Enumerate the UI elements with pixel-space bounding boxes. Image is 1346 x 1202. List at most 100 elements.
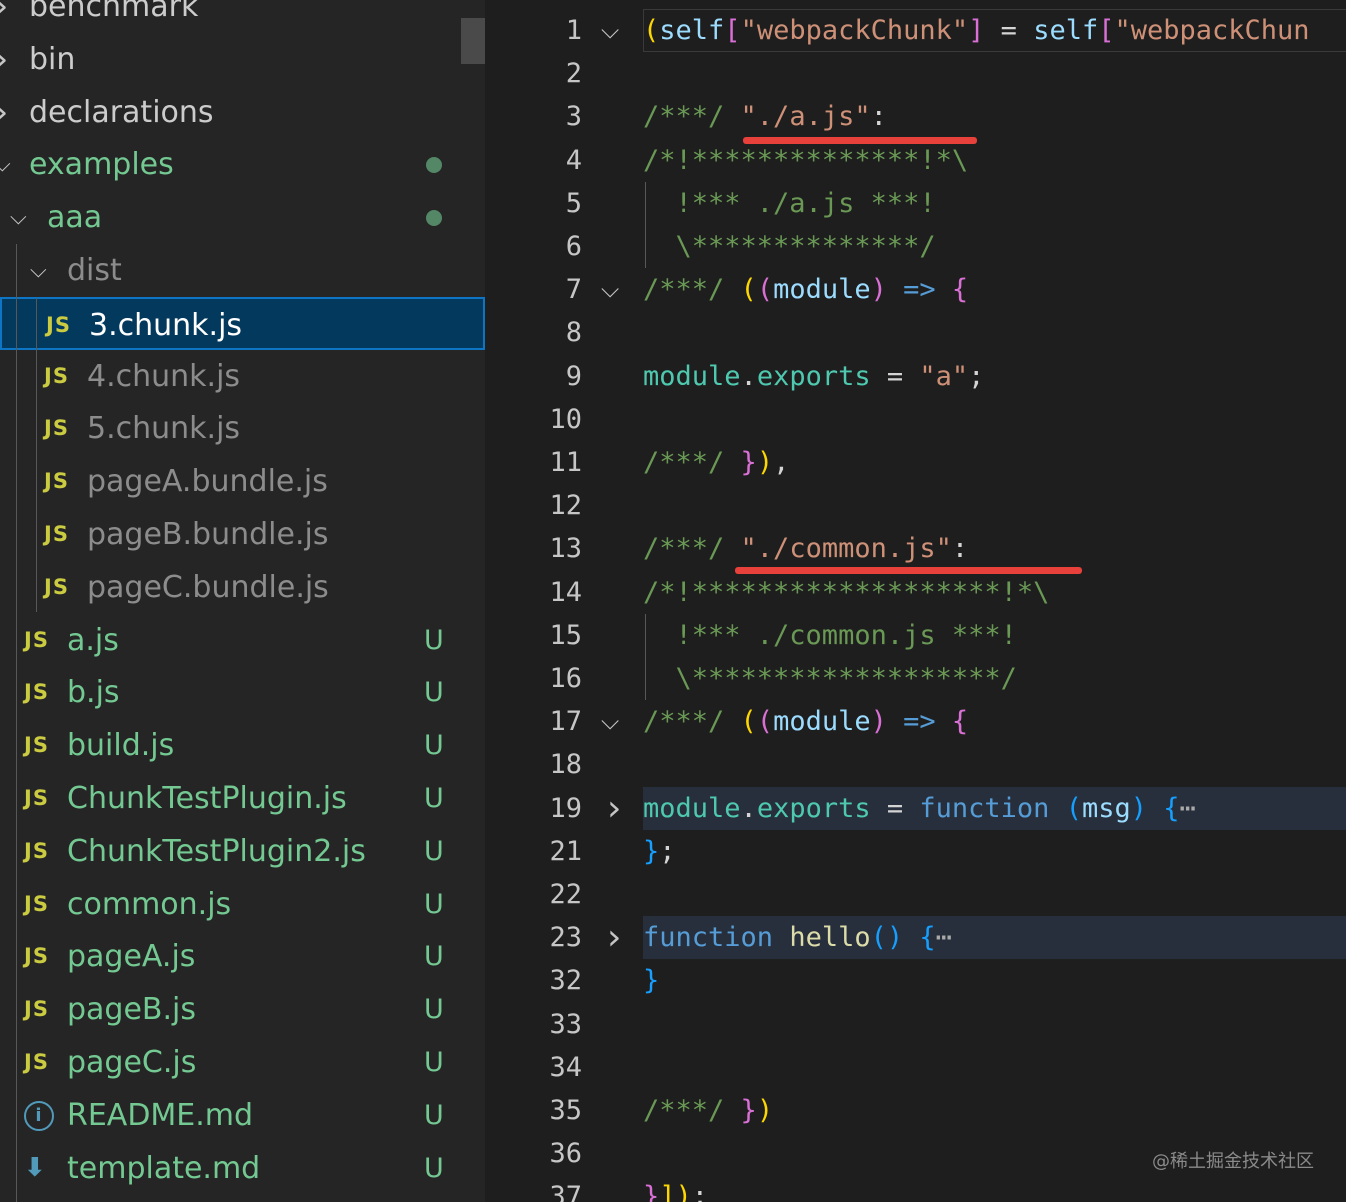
- code-line[interactable]: 16 \*******************/: [485, 657, 1346, 700]
- code-token: /***/: [643, 447, 741, 478]
- code-token: [1147, 793, 1163, 824]
- code-text: /***/ "./a.js":: [643, 95, 1346, 138]
- tree-item-pagea-js[interactable]: JSpageA.jsU: [0, 930, 485, 983]
- tree-item-3-chunk-js[interactable]: JS3.chunk.js: [0, 297, 485, 350]
- fold-collapsed-chevron-icon[interactable]: ›: [607, 787, 621, 830]
- js-file-icon: JS: [44, 350, 69, 403]
- tree-item-5-chunk-js[interactable]: JS5.chunk.js: [0, 402, 485, 455]
- tree-item-readme-md[interactable]: iREADME.mdU: [0, 1089, 485, 1142]
- tree-item-4-chunk-js[interactable]: JS4.chunk.js: [0, 350, 485, 403]
- tree-item-common-js[interactable]: JScommon.jsU: [0, 878, 485, 931]
- code-text: /*!**************!*\: [643, 139, 1346, 182]
- code-line[interactable]: 13 /***/ "./common.js":: [485, 527, 1346, 570]
- code-token: {: [1163, 793, 1179, 824]
- js-file-icon: JS: [24, 772, 49, 825]
- tree-item-pageb-bundle-js[interactable]: JSpageB.bundle.js: [0, 508, 485, 561]
- tree-item-pagea-bundle-js[interactable]: JSpageA.bundle.js: [0, 455, 485, 508]
- code-line[interactable]: 7⌵/***/ ((module) => {: [485, 268, 1346, 311]
- code-text: [643, 484, 1346, 527]
- code-token: ;: [692, 1181, 708, 1202]
- code-line[interactable]: 2: [485, 52, 1346, 95]
- code-line[interactable]: 34: [485, 1046, 1346, 1089]
- code-text: /***/ }): [643, 1089, 1346, 1132]
- indent-guide: [645, 225, 646, 268]
- code-line[interactable]: 22: [485, 873, 1346, 916]
- code-token: ): [676, 1181, 692, 1202]
- code-text: module.exports = function (msg) {⋯: [643, 787, 1346, 830]
- fold-expanded-chevron-icon[interactable]: ⌵: [601, 268, 619, 311]
- chevron-right-icon: ›: [0, 0, 8, 33]
- line-number: 18: [485, 743, 582, 786]
- tree-item-pageb-js[interactable]: JSpageB.jsU: [0, 983, 485, 1036]
- git-status-untracked: U: [424, 614, 444, 667]
- code-editor[interactable]: 1⌵(self["webpackChunk"] = self["webpackC…: [485, 0, 1346, 1202]
- code-line[interactable]: 32}: [485, 959, 1346, 1002]
- tree-item-label: 3.chunk.js: [89, 299, 242, 352]
- code-line[interactable]: 35/***/ }): [485, 1089, 1346, 1132]
- tree-item-label: declarations: [29, 86, 214, 139]
- code-line[interactable]: 10: [485, 398, 1346, 441]
- code-token: function: [643, 922, 773, 953]
- tree-item-examples[interactable]: ⌵examples: [0, 138, 485, 191]
- tree-item-bin[interactable]: ›bin: [0, 33, 485, 86]
- tree-item-a-js[interactable]: JSa.jsU: [0, 614, 485, 667]
- tree-item-chunktestplugin2-js[interactable]: JSChunkTestPlugin2.jsU: [0, 825, 485, 878]
- code-line[interactable]: 21};: [485, 830, 1346, 873]
- code-line[interactable]: 14/*!*******************!*\: [485, 571, 1346, 614]
- line-number: 4: [485, 139, 582, 182]
- code-token: =: [984, 15, 1033, 46]
- code-line[interactable]: 19 › module.exports = function (msg) {⋯: [485, 787, 1346, 830]
- tree-item-aaa[interactable]: ⌵aaa: [0, 191, 485, 244]
- chevron-right-icon: ›: [0, 86, 8, 139]
- tree-item-dist[interactable]: ⌵dist: [0, 244, 485, 297]
- code-line[interactable]: 18: [485, 743, 1346, 786]
- code-line[interactable]: 8: [485, 311, 1346, 354]
- line-number: 13: [485, 527, 582, 570]
- code-token: =>: [887, 274, 952, 305]
- code-text: }]);: [643, 1175, 1346, 1202]
- code-line[interactable]: 23›function hello() {⋯: [485, 916, 1346, 959]
- code-line[interactable]: 15 !*** ./common.js ***!: [485, 614, 1346, 657]
- tree-item-pagec-bundle-js[interactable]: JSpageC.bundle.js: [0, 561, 485, 614]
- tree-item-pagec-js[interactable]: JSpageC.jsU: [0, 1036, 485, 1089]
- code-line[interactable]: 3/***/ "./a.js":: [485, 95, 1346, 138]
- code-line[interactable]: 37}]);: [485, 1175, 1346, 1202]
- fold-expanded-chevron-icon[interactable]: ⌵: [601, 700, 619, 743]
- code-token: ,: [773, 447, 789, 478]
- code-line[interactable]: 1⌵(self["webpackChunk"] = self["webpackC…: [485, 9, 1346, 52]
- fold-expanded-chevron-icon[interactable]: ⌵: [601, 9, 619, 52]
- line-number: 1: [485, 9, 582, 52]
- code-line[interactable]: 17⌵/***/ ((module) => {: [485, 700, 1346, 743]
- code-token: [1049, 793, 1065, 824]
- code-token: ): [757, 1095, 773, 1126]
- tree-item-label: build.js: [67, 719, 174, 772]
- tree-item-label: ChunkTestPlugin2.js: [67, 825, 366, 878]
- code-line[interactable]: 4 /*!**************!*\: [485, 139, 1346, 182]
- code-line[interactable]: 5 !*** ./a.js ***!: [485, 182, 1346, 225]
- code-line[interactable]: 9module.exports = "a";: [485, 355, 1346, 398]
- code-token: /*!*******************!*\: [643, 577, 1049, 608]
- code-line[interactable]: 6 \**************/: [485, 225, 1346, 268]
- js-file-icon: JS: [24, 614, 49, 667]
- code-line[interactable]: 11/***/ }),: [485, 441, 1346, 484]
- code-token: !*** ./a.js ***!: [643, 188, 936, 219]
- tree-item-label: pageA.bundle.js: [87, 455, 328, 508]
- tree-item-b-js[interactable]: JSb.jsU: [0, 666, 485, 719]
- tree-item-label: pageB.bundle.js: [87, 508, 328, 561]
- fold-collapsed-chevron-icon[interactable]: ›: [607, 916, 621, 959]
- tree-item-chunktestplugin-js[interactable]: JSChunkTestPlugin.jsU: [0, 772, 485, 825]
- code-text: /*!*******************!*\: [643, 571, 1346, 614]
- tree-item-benchmark[interactable]: ›benchmark: [0, 0, 485, 33]
- tree-item-template-md[interactable]: ⬇template.mdU: [0, 1142, 485, 1195]
- code-token: ): [871, 706, 887, 737]
- code-text: /***/ "./common.js":: [643, 527, 1346, 570]
- line-number: 19: [485, 787, 582, 830]
- tree-item-build-js[interactable]: JSbuild.jsU: [0, 719, 485, 772]
- line-number: 9: [485, 355, 582, 398]
- code-line[interactable]: 33: [485, 1003, 1346, 1046]
- sidebar-scrollbar-thumb[interactable]: [461, 18, 485, 64]
- tree-item-declarations[interactable]: › declarations: [0, 86, 485, 139]
- code-line[interactable]: 12: [485, 484, 1346, 527]
- code-token: ]: [968, 15, 984, 46]
- tree-item-label: aaa: [47, 191, 102, 244]
